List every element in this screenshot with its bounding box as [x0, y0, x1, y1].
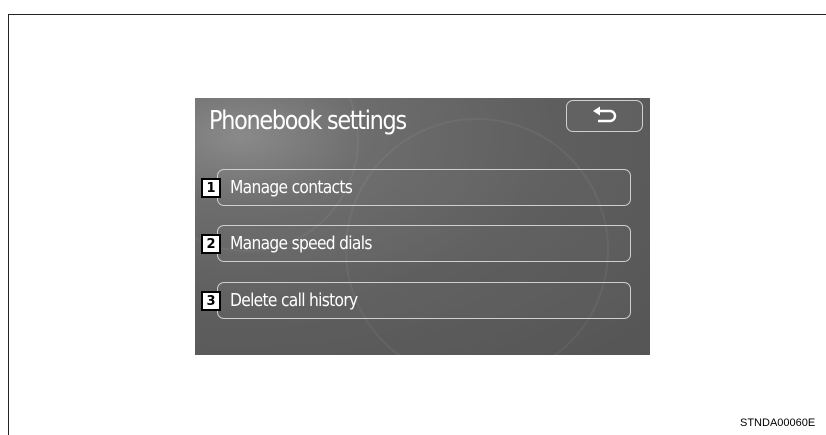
manage-speed-dials-button[interactable]: Manage speed dials — [217, 225, 631, 262]
back-button[interactable] — [566, 100, 643, 132]
return-arrow-icon — [592, 106, 616, 123]
callout-number-badge: 1 — [201, 178, 221, 198]
menu-item-label: Manage contacts — [230, 177, 353, 198]
phonebook-settings-screen: Phonebook settings Manage contacts Manag… — [195, 98, 650, 355]
page-title: Phonebook settings — [209, 106, 407, 136]
delete-call-history-button[interactable]: Delete call history — [217, 282, 631, 319]
frame-left-border — [8, 14, 9, 435]
callout-number-badge: 2 — [201, 234, 221, 254]
menu-item-label: Delete call history — [230, 290, 358, 311]
callout-number-badge: 3 — [201, 291, 221, 311]
manage-contacts-button[interactable]: Manage contacts — [217, 169, 631, 206]
figure-code: STNDA00060E — [740, 417, 816, 429]
frame-top-border — [8, 14, 826, 15]
menu-item-label: Manage speed dials — [230, 233, 372, 254]
